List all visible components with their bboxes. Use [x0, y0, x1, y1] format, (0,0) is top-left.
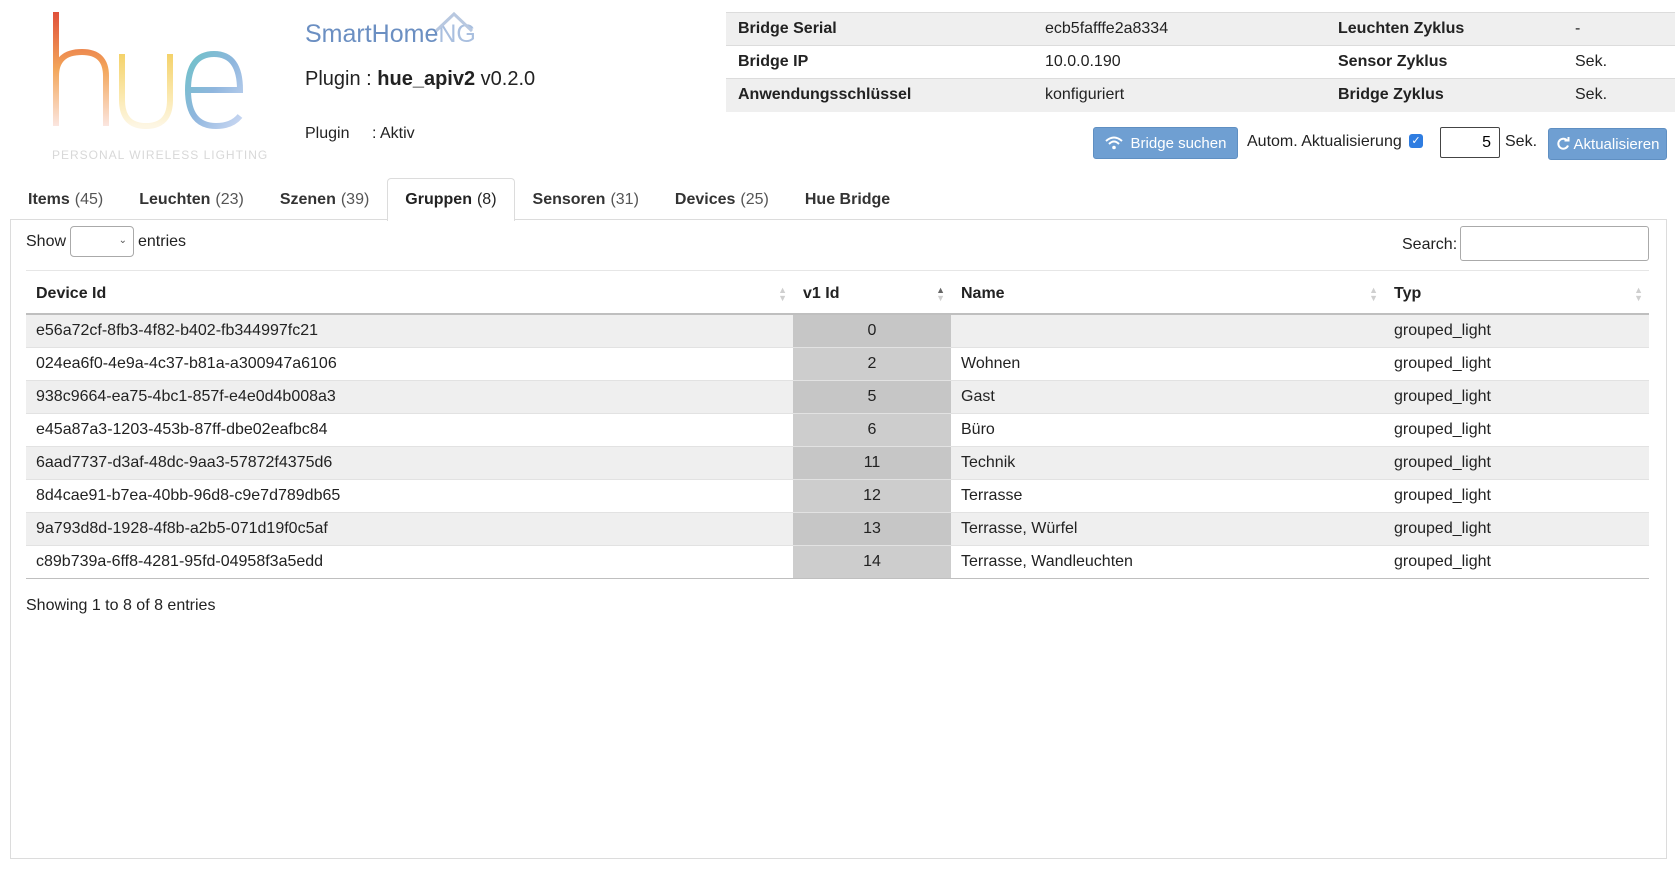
cell-device-id: 024ea6f0-4e9a-4c37-b81a-a300947a6106	[26, 346, 793, 380]
entries-per-page-select[interactable]: ⌄	[70, 226, 134, 257]
search-label: Search:	[1402, 236, 1458, 253]
info-value: -	[1563, 12, 1675, 46]
column-header-v1-id[interactable]: v1 Id ▲ ▼	[793, 274, 951, 315]
info-row: Bridge Serial ecb5fafffe2a8334 Leuchten …	[726, 12, 1675, 46]
cell-typ: grouped_light	[1384, 346, 1649, 380]
auto-update-checkbox[interactable]: ✓	[1409, 134, 1423, 148]
info-value: Sek.	[1563, 45, 1675, 79]
cell-v1-id: 6	[793, 412, 951, 446]
groups-table: Device Id ▲ ▼ v1 Id ▲ ▼ Name ▲ ▼ Typ ▲ ▼ e56a72c…	[26, 274, 1649, 579]
info-key: Leuchten Zyklus	[1326, 12, 1563, 46]
divider	[26, 270, 1649, 271]
cell-name: Terrasse, Würfel	[951, 511, 1384, 545]
column-header-typ[interactable]: Typ ▲ ▼	[1384, 274, 1649, 315]
sort-ascending-icon: ▲ ▼	[936, 285, 945, 303]
cell-device-id: 9a793d8d-1928-4f8b-a2b5-071d19f0c5af	[26, 511, 793, 545]
auto-update-label: Autom. Aktualisierung	[1247, 133, 1402, 150]
sort-icon: ▲ ▼	[1369, 285, 1378, 303]
cell-name: Büro	[951, 412, 1384, 446]
cell-name: Technik	[951, 445, 1384, 479]
info-row: Anwendungsschlüssel konfiguriert Bridge …	[726, 78, 1675, 112]
chevron-down-icon: ⌄	[118, 235, 127, 246]
table-row[interactable]: c89b739a-6ff8-4281-95fd-04958f3a5edd 14 …	[26, 544, 1649, 579]
cell-device-id: e56a72cf-8fb3-4f82-b402-fb344997fc21	[26, 313, 793, 347]
cell-typ: grouped_light	[1384, 478, 1649, 512]
table-row[interactable]: 9a793d8d-1928-4f8b-a2b5-071d19f0c5af 13 …	[26, 511, 1649, 545]
cell-v1-id: 0	[793, 313, 951, 347]
info-key: Sensor Zyklus	[1326, 45, 1563, 79]
cell-v1-id: 2	[793, 346, 951, 380]
cell-v1-id: 12	[793, 478, 951, 512]
cell-v1-id: 5	[793, 379, 951, 413]
refresh-button[interactable]: Aktualisieren	[1548, 128, 1667, 160]
info-row: Bridge IP 10.0.0.190 Sensor Zyklus Sek.	[726, 45, 1675, 79]
info-key: Bridge IP	[726, 45, 1033, 79]
cell-name: Wohnen	[951, 346, 1384, 380]
table-row[interactable]: e45a87a3-1203-453b-87ff-dbe02eafbc84 6 B…	[26, 412, 1649, 446]
plugin-state-value: : Aktiv	[372, 125, 415, 142]
plugin-state-label: Plugin	[305, 125, 350, 142]
column-header-name[interactable]: Name ▲ ▼	[951, 274, 1384, 315]
cell-device-id: c89b739a-6ff8-4281-95fd-04958f3a5edd	[26, 544, 793, 579]
bridge-info-table: Bridge Serial ecb5fafffe2a8334 Leuchten …	[726, 12, 1675, 112]
info-value: ecb5fafffe2a8334	[1033, 12, 1326, 46]
cell-device-id: 8d4cae91-b7ea-40bb-96d8-c9e7d789db65	[26, 478, 793, 512]
cell-name	[951, 313, 1384, 347]
cell-typ: grouped_light	[1384, 511, 1649, 545]
tab-bar: Items (45) Leuchten (23) Szenen (39) Gruppe…	[10, 178, 913, 221]
info-key: Bridge Zyklus	[1326, 78, 1563, 112]
cell-typ: grouped_light	[1384, 313, 1649, 347]
table-row[interactable]: 8d4cae91-b7ea-40bb-96d8-c9e7d789db65 12 …	[26, 478, 1649, 512]
table-row[interactable]: 938c9664-ea75-4bc1-857f-e4e0d4b008a3 5 G…	[26, 379, 1649, 413]
info-value: konfiguriert	[1033, 78, 1326, 112]
cell-v1-id: 11	[793, 445, 951, 479]
tab-leuchten[interactable]: Leuchten (23)	[121, 178, 262, 220]
table-row[interactable]: 6aad7737-d3af-48dc-9aa3-57872f4375d6 11 …	[26, 445, 1649, 479]
tab-sensoren[interactable]: Sensoren (31)	[515, 178, 657, 220]
sort-icon: ▲ ▼	[778, 285, 787, 303]
show-label: Show	[26, 233, 67, 250]
info-key: Anwendungsschlüssel	[726, 78, 1033, 112]
cell-typ: grouped_light	[1384, 544, 1649, 579]
cell-typ: grouped_light	[1384, 379, 1649, 413]
cell-device-id: 938c9664-ea75-4bc1-857f-e4e0d4b008a3	[26, 379, 793, 413]
info-value: Sek.	[1563, 78, 1675, 112]
hue-logo	[53, 12, 244, 130]
info-key: Bridge Serial	[726, 12, 1033, 46]
bridge-search-label: Bridge suchen	[1130, 134, 1227, 152]
info-value: 10.0.0.190	[1033, 45, 1326, 79]
cell-name: Terrasse, Wandleuchten	[951, 544, 1384, 579]
tab-szenen[interactable]: Szenen (39)	[262, 178, 387, 220]
cell-name: Gast	[951, 379, 1384, 413]
tab-devices[interactable]: Devices (25)	[657, 178, 787, 220]
tab-items[interactable]: Items (45)	[10, 178, 121, 220]
refresh-label: Aktualisieren	[1573, 135, 1660, 153]
cell-v1-id: 13	[793, 511, 951, 545]
table-row[interactable]: 024ea6f0-4e9a-4c37-b81a-a300947a6106 2 W…	[26, 346, 1649, 380]
cell-v1-id: 14	[793, 544, 951, 579]
cell-device-id: e45a87a3-1203-453b-87ff-dbe02eafbc84	[26, 412, 793, 446]
bridge-search-button[interactable]: Bridge suchen	[1093, 127, 1238, 159]
tab-hue-bridge[interactable]: Hue Bridge	[787, 178, 913, 220]
column-header-device-id[interactable]: Device Id ▲ ▼	[26, 274, 793, 315]
interval-input[interactable]	[1440, 127, 1500, 158]
table-header-row: Device Id ▲ ▼ v1 Id ▲ ▼ Name ▲ ▼ Typ ▲ ▼	[26, 274, 1649, 315]
search-input[interactable]	[1460, 226, 1649, 261]
cell-device-id: 6aad7737-d3af-48dc-9aa3-57872f4375d6	[26, 445, 793, 479]
refresh-icon	[1556, 137, 1570, 150]
wifi-icon	[1104, 136, 1123, 150]
table-info: Showing 1 to 8 of 8 entries	[26, 597, 216, 614]
cell-name: Terrasse	[951, 478, 1384, 512]
interval-unit: Sek.	[1505, 133, 1538, 150]
cell-typ: grouped_light	[1384, 445, 1649, 479]
cell-typ: grouped_light	[1384, 412, 1649, 446]
entries-label: entries	[138, 233, 187, 250]
plugin-title: Plugin : hue_apiv2 v0.2.0	[305, 68, 536, 90]
table-row[interactable]: e56a72cf-8fb3-4f82-b402-fb344997fc21 0 g…	[26, 313, 1649, 347]
tab-gruppen[interactable]: Gruppen (8)	[387, 178, 515, 221]
hue-logo-subtitle: PERSONAL WIRELESS LIGHTING	[52, 148, 269, 162]
sort-icon: ▲ ▼	[1634, 285, 1643, 303]
house-icon	[434, 11, 474, 33]
